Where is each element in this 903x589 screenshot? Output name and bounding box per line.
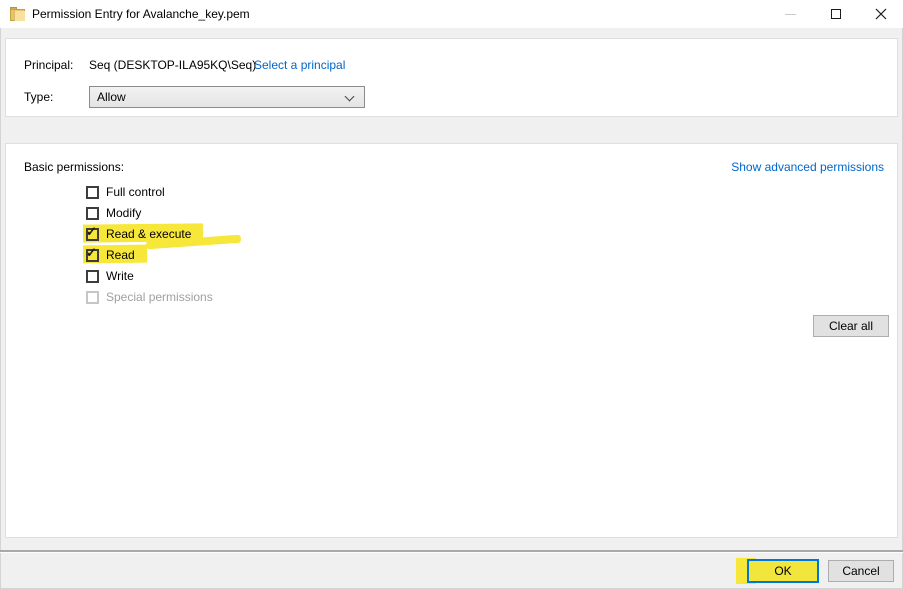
permission-label-write: Write bbox=[106, 269, 134, 283]
permission-row-full-control[interactable]: Full control bbox=[86, 184, 165, 200]
checkbox-special-permissions bbox=[86, 291, 99, 304]
checkbox-full-control[interactable] bbox=[86, 186, 99, 199]
checkbox-read[interactable]: ✓ bbox=[86, 249, 99, 262]
principal-label: Principal: bbox=[24, 58, 73, 72]
clear-all-button[interactable]: Clear all bbox=[813, 315, 889, 337]
checkbox-modify[interactable] bbox=[86, 207, 99, 220]
checkbox-write[interactable] bbox=[86, 270, 99, 283]
principal-type-panel: Principal: Seq (DESKTOP-ILA95KQ\Seq) Sel… bbox=[5, 38, 898, 117]
footer-divider-light bbox=[0, 552, 903, 553]
checkmark-icon: ✓ bbox=[86, 245, 97, 261]
permission-row-write[interactable]: Write bbox=[86, 268, 134, 284]
minimize-icon bbox=[785, 14, 796, 15]
maximize-button[interactable] bbox=[813, 0, 858, 28]
basic-permissions-panel: Basic permissions: Show advanced permiss… bbox=[5, 143, 898, 538]
permission-label-read: Read bbox=[106, 248, 135, 262]
permission-row-read-execute[interactable]: ✓ Read & execute bbox=[86, 226, 191, 242]
select-principal-link[interactable]: Select a principal bbox=[254, 58, 345, 72]
minimize-button[interactable] bbox=[768, 0, 813, 28]
type-dropdown-value: Allow bbox=[97, 90, 126, 104]
checkbox-read-execute[interactable]: ✓ bbox=[86, 228, 99, 241]
type-label: Type: bbox=[24, 90, 53, 104]
principal-value: Seq (DESKTOP-ILA95KQ\Seq) bbox=[89, 58, 256, 72]
ok-button[interactable]: OK bbox=[747, 559, 819, 583]
close-button[interactable] bbox=[858, 0, 903, 28]
permission-row-read[interactable]: ✓ Read bbox=[86, 247, 135, 263]
permission-entry-dialog: Permission Entry for Avalanche_key.pem P… bbox=[0, 0, 903, 589]
type-dropdown[interactable]: Allow bbox=[89, 86, 365, 108]
title-bar: Permission Entry for Avalanche_key.pem bbox=[0, 0, 903, 28]
checkmark-icon: ✓ bbox=[86, 224, 97, 240]
folder-icon bbox=[10, 7, 26, 21]
basic-permissions-label: Basic permissions: bbox=[24, 160, 124, 174]
maximize-icon bbox=[831, 9, 841, 19]
permission-row-modify[interactable]: Modify bbox=[86, 205, 141, 221]
permission-row-special-permissions: Special permissions bbox=[86, 289, 213, 305]
permission-label-modify: Modify bbox=[106, 206, 141, 220]
chevron-down-icon bbox=[345, 92, 355, 102]
close-icon bbox=[875, 8, 887, 20]
window-title: Permission Entry for Avalanche_key.pem bbox=[32, 7, 250, 21]
cancel-button[interactable]: Cancel bbox=[828, 560, 894, 582]
permission-label-special-permissions: Special permissions bbox=[106, 290, 213, 304]
permission-label-read-execute: Read & execute bbox=[106, 227, 191, 241]
show-advanced-permissions-link[interactable]: Show advanced permissions bbox=[731, 160, 884, 174]
permission-label-full-control: Full control bbox=[106, 185, 165, 199]
